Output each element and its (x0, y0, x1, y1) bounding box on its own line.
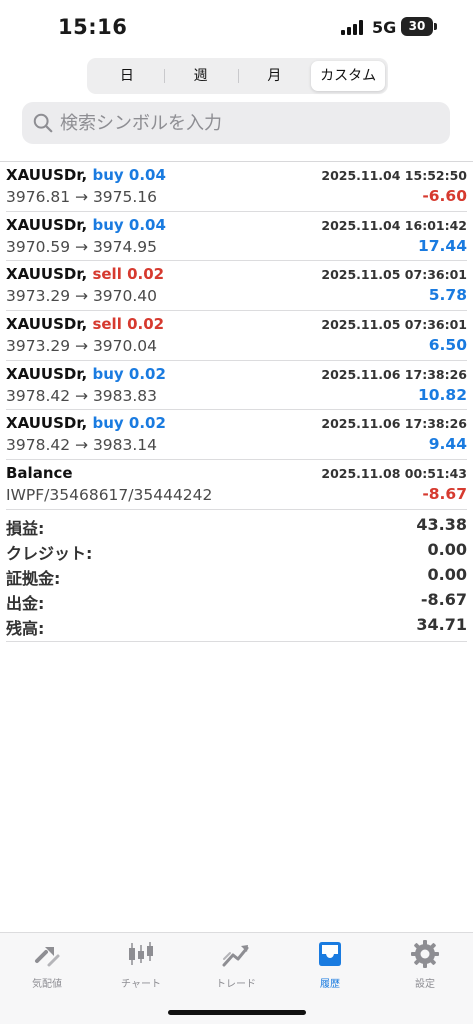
deal-profit: 10.82 (417, 385, 467, 404)
deal-time: 2025.11.05 07:36:01 (321, 267, 467, 283)
deal-side: sell (92, 315, 122, 334)
deal-time: 2025.11.08 00:51:43 (321, 466, 467, 482)
search-input[interactable] (60, 112, 430, 134)
status-bar: 15:16 5G 30 (0, 0, 473, 56)
deal-row[interactable]: XAUUSDr, sell 0.02 2025.11.05 07:36:01 3… (6, 261, 467, 312)
tab-month[interactable]: 月 (237, 61, 312, 91)
deal-profit: 9.44 (428, 435, 467, 454)
history-screen: 15:16 5G 30 日 週 月 カスタム XAUUSDr, buy 0.04… (0, 0, 473, 1024)
summary-balance: 残高: 34.71 (6, 612, 467, 638)
deal-time: 2025.11.04 15:52:50 (321, 168, 467, 183)
deal-volume: 0.02 (127, 315, 165, 334)
deal-comment: IWPF/35468617/35444242 (6, 486, 213, 505)
deal-symbol: XAUUSDr, (6, 414, 88, 433)
deal-volume: 0.02 (127, 265, 165, 284)
tab-label: 気配値 (32, 979, 62, 990)
tab-week[interactable]: 週 (163, 61, 238, 91)
summary-value: -8.67 (420, 590, 467, 609)
deal-symbol: XAUUSDr, (6, 315, 88, 334)
summary-label: クレジット: (6, 544, 93, 563)
period-segmented-control: 日 週 月 カスタム (87, 58, 388, 94)
network-label: 5G (372, 18, 397, 37)
summary-label: 証拠金: (6, 569, 61, 588)
summary-value: 43.38 (416, 515, 467, 534)
deal-profit: 17.44 (417, 236, 467, 255)
deal-volume: 0.04 (128, 166, 166, 184)
search-bar[interactable] (22, 102, 450, 144)
deal-symbol: XAUUSDr, (6, 215, 88, 234)
tab-custom[interactable]: カスタム (311, 61, 385, 91)
status-time: 15:16 (58, 15, 128, 39)
tab-label: 設定 (415, 979, 435, 990)
deal-prices: 3970.59 → 3974.95 (6, 237, 158, 256)
summary-withdrawal: 出金: -8.67 (6, 587, 467, 613)
deal-row[interactable]: XAUUSDr, buy 0.04 2025.11.04 15:52:50 39… (6, 162, 467, 212)
summary-label: 残高: (6, 619, 45, 638)
history-summary: 損益: 43.38 クレジット: 0.00 証拠金: 0.00 出金: -8.6… (6, 512, 467, 642)
gear-icon (411, 940, 439, 968)
deal-prices: 3976.81 → 3975.16 (6, 188, 158, 206)
deal-time: 2025.11.05 07:36:01 (321, 317, 467, 333)
deal-volume: 0.02 (128, 414, 166, 433)
deals-list: XAUUSDr, buy 0.04 2025.11.04 15:52:50 39… (0, 162, 473, 510)
battery-icon: 30 (401, 17, 437, 36)
deal-row[interactable]: XAUUSDr, buy 0.02 2025.11.06 17:38:26 39… (6, 410, 467, 461)
summary-label: 損益: (6, 519, 45, 538)
home-indicator (168, 1010, 306, 1015)
deal-prices: 3973.29 → 3970.04 (6, 337, 158, 356)
tab-trade[interactable]: トレード (196, 939, 276, 990)
deal-prices: 3973.29 → 3970.40 (6, 287, 158, 306)
tab-day[interactable]: 日 (90, 61, 164, 91)
summary-value: 0.00 (427, 565, 467, 584)
deal-row[interactable]: XAUUSDr, buy 0.04 2025.11.04 16:01:42 39… (6, 212, 467, 262)
deal-side: buy (92, 414, 124, 433)
signal-icon (341, 20, 365, 35)
deal-volume: 0.04 (128, 215, 166, 234)
tab-label: 履歴 (320, 979, 340, 990)
deal-time: 2025.11.04 16:01:42 (321, 217, 467, 233)
deal-profit: -6.60 (422, 187, 467, 205)
deal-row[interactable]: XAUUSDr, buy 0.02 2025.11.06 17:38:26 39… (6, 361, 467, 411)
search-icon (33, 113, 53, 133)
summary-credit: クレジット: 0.00 (6, 537, 467, 563)
tab-label: トレード (216, 979, 256, 990)
summary-value: 0.00 (427, 540, 467, 559)
deal-side: buy (92, 166, 124, 184)
balance-row[interactable]: Balance 2025.11.08 00:51:43 IWPF/3546861… (6, 460, 467, 510)
deal-time: 2025.11.06 17:38:26 (321, 366, 467, 382)
summary-value: 34.71 (416, 615, 467, 634)
tab-history[interactable]: 履歴 (290, 939, 370, 990)
summary-margin: 証拠金: 0.00 (6, 562, 467, 588)
deal-side: buy (92, 215, 124, 234)
deal-volume: 0.02 (128, 364, 166, 383)
deal-symbol: Balance (6, 464, 73, 483)
tab-chart[interactable]: チャート (101, 939, 181, 990)
deal-row[interactable]: XAUUSDr, sell 0.02 2025.11.05 07:36:01 3… (6, 311, 467, 361)
deal-prices: 3978.42 → 3983.14 (6, 436, 158, 455)
deal-symbol: XAUUSDr, (6, 166, 88, 184)
deal-time: 2025.11.06 17:38:26 (321, 416, 467, 432)
summary-label: 出金: (6, 594, 45, 613)
deal-side: buy (92, 364, 124, 383)
summary-profit: 損益: 43.38 (6, 512, 467, 538)
tab-label: チャート (121, 979, 161, 990)
deal-side: sell (92, 265, 122, 284)
history-inbox-icon (319, 942, 341, 966)
deal-profit: 6.50 (428, 336, 467, 355)
deal-profit: -8.67 (422, 485, 467, 504)
chart-candles-icon (129, 942, 153, 965)
quotes-icon (35, 947, 60, 967)
tab-quotes[interactable]: 気配値 (7, 939, 87, 990)
deal-symbol: XAUUSDr, (6, 265, 88, 284)
trade-icon (222, 945, 249, 967)
deal-profit: 5.78 (428, 286, 467, 305)
tab-settings[interactable]: 設定 (385, 939, 465, 990)
deal-prices: 3978.42 → 3983.83 (6, 386, 158, 405)
deal-symbol: XAUUSDr, (6, 364, 88, 383)
